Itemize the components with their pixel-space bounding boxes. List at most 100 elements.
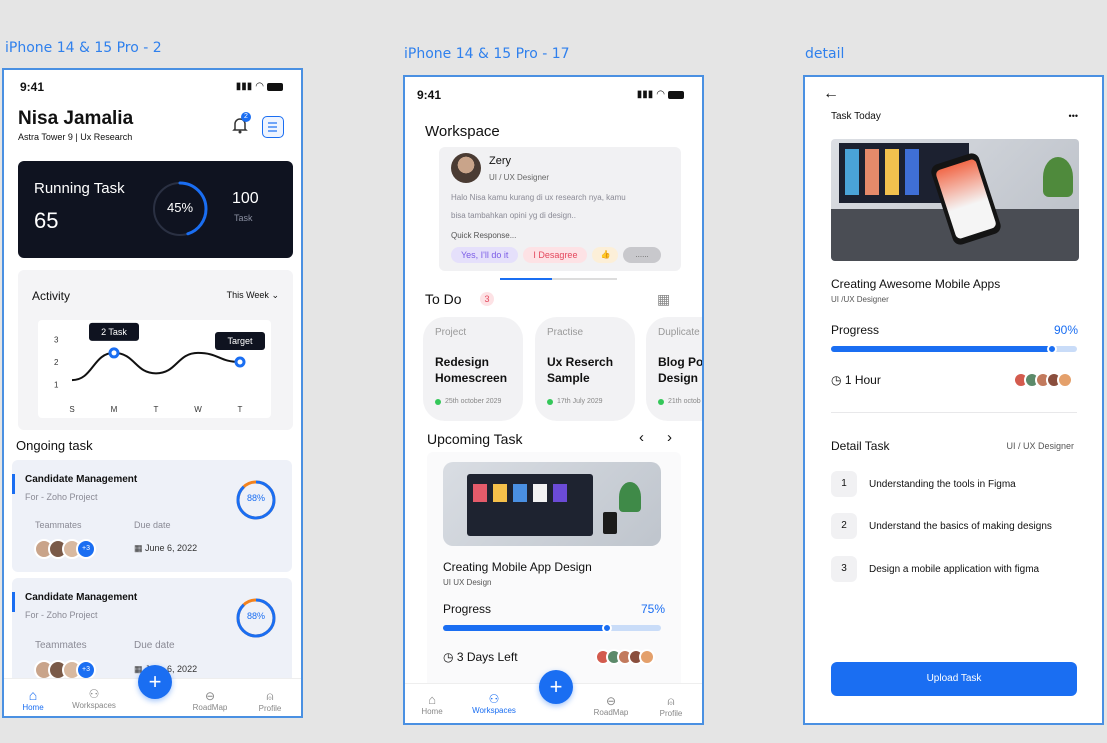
nav-profile[interactable]: ⍝ Profile (653, 694, 689, 718)
step-text: Design a mobile application with figma (869, 563, 1040, 575)
reply-yes-button[interactable]: Yes, I'll do it (451, 247, 519, 263)
chevron-right-icon[interactable]: › (667, 429, 672, 446)
calendar-icon: ▦ (134, 543, 143, 553)
add-button[interactable]: + (539, 670, 573, 704)
avatar-group: +3 (34, 660, 96, 680)
task-title: Creating Awesome Mobile Apps (831, 277, 1001, 291)
nav-home[interactable]: ⌂ Home (415, 692, 449, 716)
progress-fill (443, 625, 607, 631)
reply-more-button[interactable]: ...... (623, 247, 661, 263)
reply-thumbs-up-button[interactable]: 👍 (592, 247, 619, 263)
progress-knob (1047, 344, 1058, 354)
nav-home[interactable]: ⌂ Home (18, 687, 48, 712)
status-dot (658, 398, 664, 405)
avatar (451, 153, 481, 183)
nav-roadmap-label: RoadMap (593, 708, 629, 717)
x-tick-label: S (69, 405, 74, 414)
highlight-point (108, 347, 120, 359)
home-icon: ⌂ (28, 687, 38, 703)
message-card[interactable]: Zery UI / UX Designer Halo Nisa kamu kur… (439, 147, 681, 271)
step-text: Understanding the tools in Figma (869, 478, 1016, 490)
task-title: Candidate Management (25, 592, 138, 603)
progress-bar (831, 344, 1077, 354)
step-item[interactable]: 2 Understand the basics of making design… (831, 513, 1052, 539)
nav-roadmap[interactable]: ⊖ RoadMap (188, 689, 232, 712)
days-left: ◷ 3 Days Left (443, 650, 518, 664)
step-item[interactable]: 3 Design a mobile application with figma (831, 556, 1039, 582)
notification-count: 2 (241, 112, 251, 122)
notification-bell-icon[interactable]: 2 (232, 112, 251, 134)
plant-image (619, 482, 641, 512)
reply-disagree-button[interactable]: I Desagree (523, 247, 588, 263)
highlight-point (234, 356, 246, 368)
todo-card[interactable]: Project Redesign Homescreen 25th october… (423, 317, 523, 421)
chevron-left-icon[interactable]: ‹ (639, 429, 644, 446)
calendar-icon[interactable]: ▦ (657, 291, 670, 308)
quick-response-label: Quick Response... (451, 231, 517, 240)
x-tick-label: M (111, 405, 118, 414)
bottom-nav: ⌂ Home ⚇ Workspaces + ⊖ RoadMap ⍝ Profile (4, 665, 301, 716)
avatar-more-count: +3 (76, 539, 96, 559)
teammates-label: Teammates (35, 640, 87, 651)
roadmap-icon: ⊖ (204, 689, 216, 703)
upcoming-task-card[interactable]: Creating Mobile App Design UI UX Design … (427, 452, 681, 692)
todo-task-title: Redesign Homescreen (435, 355, 508, 386)
page-title: Workspace (425, 123, 500, 140)
screen-home: 9:41 ▮▮▮ ◠ Nisa Jamalia Astra Tower 9 | U… (2, 68, 303, 718)
nav-roadmap-label: RoadMap (192, 703, 228, 712)
activity-card: Activity This Week ⌄ 1 2 3 S M T W T 2 Task Targe… (18, 270, 293, 430)
header-title: Task Today (831, 111, 881, 122)
todo-card[interactable]: Duplicate Blog Post Design 21th octob (646, 317, 702, 421)
running-task-value: 65 (34, 208, 59, 233)
roadmap-icon: ⊖ (605, 694, 617, 708)
more-icon[interactable]: ••• (1069, 111, 1078, 121)
progress-knob (601, 623, 612, 633)
step-number: 3 (831, 556, 857, 582)
back-arrow-icon[interactable]: ← (823, 85, 839, 103)
battery-icon (267, 82, 283, 91)
add-button[interactable]: + (138, 665, 172, 699)
progress-label: Progress (443, 602, 492, 616)
step-item[interactable]: 1 Understanding the tools in Figma (831, 471, 1016, 497)
nav-roadmap[interactable]: ⊖ RoadMap (589, 694, 633, 717)
task-project: For - Zoho Project (25, 492, 98, 502)
task-accent-bar (12, 474, 15, 494)
upcoming-title: Upcoming Task (427, 431, 523, 447)
duration-value: 1 Hour (844, 373, 881, 387)
progress-value: 75% (640, 602, 665, 616)
chevron-down-icon: ⌄ (271, 290, 279, 300)
x-tick-label: T (154, 405, 159, 414)
todo-category: Practise (547, 327, 584, 338)
period-label: This Week (226, 290, 269, 300)
filter-icon[interactable] (262, 116, 284, 138)
message-sender: Zery (489, 155, 511, 167)
y-tick-label: 3 (54, 335, 59, 344)
running-task-card[interactable]: Running Task 65 45% 100 Task (18, 161, 293, 258)
detail-title: Detail Task (831, 439, 890, 453)
status-time: 9:41 (20, 80, 45, 94)
user-subtitle: Astra Tower 9 | Ux Research (18, 132, 133, 142)
nav-workspaces[interactable]: ⚇ Workspaces (66, 687, 122, 710)
step-number: 2 (831, 513, 857, 539)
step-number: 1 (831, 471, 857, 497)
upload-task-button[interactable]: Upload Task (831, 662, 1077, 696)
nav-profile[interactable]: ⍝ Profile (252, 689, 288, 713)
todo-card[interactable]: Practise Ux Reserch Sample 17th July 202… (535, 317, 635, 421)
quick-replies: Yes, I'll do it I Desagree 👍 ...... (451, 247, 661, 263)
running-task-title: Running Task (34, 180, 125, 197)
task-total: 100 (232, 190, 259, 207)
todo-date-value: 17th July 2029 (557, 398, 603, 406)
nav-workspaces[interactable]: ⚇ Workspaces (465, 692, 523, 715)
message-role: UI / UX Designer (489, 173, 550, 182)
ongoing-task-card[interactable]: Candidate Management For - Zoho Project … (12, 460, 292, 572)
frame-label-middle: iPhone 14 & 15 Pro - 17 (404, 46, 570, 62)
clock-icon: ◷ (443, 650, 454, 664)
activity-chart: 1 2 3 S M T W T 2 Task Target (38, 320, 271, 418)
frame-label-right: detail (805, 46, 845, 62)
signal-icon: ▮▮▮ (636, 89, 654, 100)
due-label: Due date (134, 640, 175, 651)
people-icon: ⚇ (488, 692, 500, 706)
nav-profile-label: Profile (659, 709, 683, 718)
period-select[interactable]: This Week ⌄ (227, 290, 279, 301)
todo-date: 25th october 2029 (435, 398, 511, 405)
